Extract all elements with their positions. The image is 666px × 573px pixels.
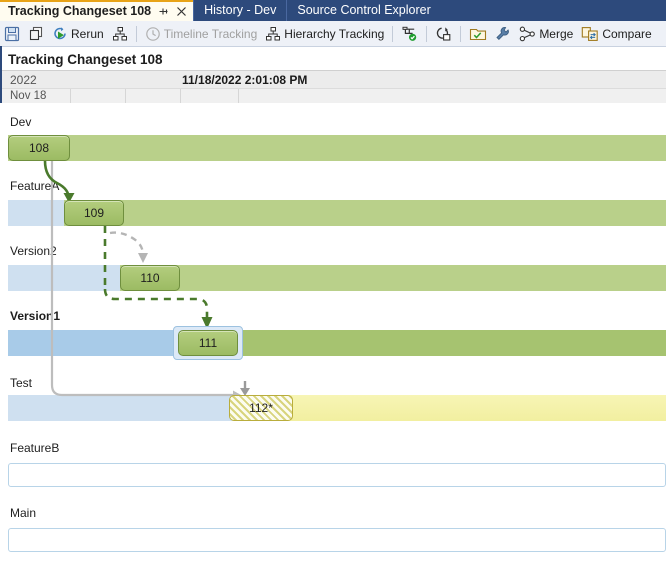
lane-segment-blue — [8, 395, 233, 421]
rerun-label: Rerun — [71, 26, 104, 41]
tab-history-dev[interactable]: History - Dev — [193, 0, 287, 21]
compare-button[interactable]: Compare — [578, 23, 654, 45]
changeset-node-label: 109 — [83, 206, 105, 220]
lane-featureb[interactable] — [8, 463, 666, 487]
copy-icon — [28, 26, 44, 42]
changeset-node-108[interactable]: 108 — [8, 135, 70, 161]
changeset-node-110[interactable]: 110 — [120, 265, 180, 291]
changeset-node-label: 108 — [28, 141, 50, 155]
lane-segment-yellow — [233, 395, 666, 421]
lane-segment-blue — [8, 200, 64, 226]
branch-label-main: Main — [10, 506, 37, 520]
lane-segment-green — [8, 135, 666, 161]
lane-segment-green — [120, 265, 666, 291]
merge-icon — [519, 26, 536, 42]
pin-icon[interactable] — [158, 6, 169, 17]
branch-graph[interactable]: Dev FeatureA Version2 Version1 Test Feat… — [0, 103, 666, 573]
date-header: 2022 11/18/2022 2:01:08 PM Nov 18 — [0, 70, 666, 104]
branch-label-version1: Version1 — [10, 309, 61, 323]
branch-line-109-111 — [103, 288, 209, 319]
branch-label-test: Test — [10, 376, 33, 390]
layout-button[interactable] — [109, 23, 131, 45]
tab-label: History - Dev — [204, 3, 277, 17]
folder-check-icon — [469, 26, 487, 42]
date-tick — [125, 89, 126, 104]
lane-version2[interactable] — [8, 265, 666, 291]
date-tick — [238, 89, 239, 104]
wrench-icon — [495, 26, 511, 42]
lane-version1[interactable] — [8, 330, 666, 356]
tab-tracking-changeset[interactable]: Tracking Changeset 108 — [0, 0, 194, 21]
compare-label: Compare — [602, 26, 652, 41]
merge-line-to-110 — [109, 231, 145, 256]
hierarchy-icon — [112, 26, 128, 42]
changeset-node-label: 111 — [198, 336, 218, 350]
lane-dev[interactable] — [8, 135, 666, 161]
copy-button[interactable] — [25, 23, 47, 45]
show-merges-button[interactable] — [432, 23, 455, 45]
merge-arrowhead-110 — [138, 253, 148, 263]
changeset-node-label: 110 — [140, 271, 160, 285]
timeline-tracking-label: Timeline Tracking — [163, 26, 258, 41]
tab-strip: Tracking Changeset 108 History - Dev Sou… — [0, 0, 666, 21]
save-icon — [4, 26, 20, 42]
branch-label-version2: Version2 — [10, 244, 57, 258]
changeset-node-112[interactable]: 112* — [229, 395, 293, 421]
hierarchy-tracking-label: Hierarchy Tracking — [284, 26, 385, 41]
toolbar-separator — [392, 25, 394, 42]
close-icon[interactable] — [176, 6, 187, 17]
date-header-day: Nov 18 — [10, 90, 47, 102]
branch-label-featureb: FeatureB — [10, 441, 60, 455]
branch-label-dev: Dev — [10, 115, 32, 129]
hierarchy-icon — [265, 26, 281, 42]
date-tick — [180, 89, 181, 104]
lane-segment-green — [176, 330, 666, 356]
date-header-timestamp: 11/18/2022 2:01:08 PM — [182, 73, 308, 87]
date-header-ticks: Nov 18 — [0, 88, 666, 104]
date-tick — [70, 89, 71, 104]
tab-label: Tracking Changeset 108 — [8, 4, 152, 18]
tab-label: Source Control Explorer — [297, 3, 431, 17]
toolbar-separator — [460, 25, 462, 42]
timeline-tracking-button[interactable]: Timeline Tracking — [142, 23, 261, 45]
lane-segment-blue — [8, 330, 176, 356]
tracking-changeset-window: Tracking Changeset 108 History - Dev Sou… — [0, 0, 666, 573]
lane-segment-blue — [8, 265, 120, 291]
show-changesets-button[interactable] — [398, 23, 421, 45]
changeset-node-label: 112* — [249, 401, 273, 415]
merge-label: Merge — [539, 26, 574, 41]
merge-button[interactable]: Merge — [516, 23, 576, 45]
changeset-node-111[interactable]: 111 — [178, 330, 238, 356]
merge-view-icon — [435, 26, 452, 42]
toolbar-separator — [135, 25, 137, 42]
rerun-icon — [52, 26, 68, 42]
lane-segment-green — [64, 200, 666, 226]
toolbar: Rerun Timeline Tracking Hierarchy Tracki… — [0, 21, 666, 47]
compare-icon — [581, 26, 599, 42]
date-header-year: 2022 — [10, 73, 37, 87]
checked-branch-icon — [401, 26, 418, 42]
branch-label-featurea: FeatureA — [10, 179, 60, 193]
clock-icon — [145, 26, 161, 42]
tab-source-control-explorer[interactable]: Source Control Explorer — [286, 0, 441, 21]
rerun-button[interactable]: Rerun — [49, 23, 107, 45]
lane-test[interactable] — [8, 395, 666, 421]
lane-main[interactable] — [8, 528, 666, 552]
changeset-node-109[interactable]: 109 — [64, 200, 124, 226]
tab-strip-filler — [440, 0, 666, 21]
save-button[interactable] — [1, 23, 23, 45]
toolbar-separator — [426, 25, 428, 42]
page-title: Tracking Changeset 108 — [8, 52, 163, 67]
settings-button[interactable] — [492, 23, 514, 45]
hierarchy-tracking-button[interactable]: Hierarchy Tracking — [262, 23, 387, 45]
open-folder-button[interactable] — [466, 23, 490, 45]
